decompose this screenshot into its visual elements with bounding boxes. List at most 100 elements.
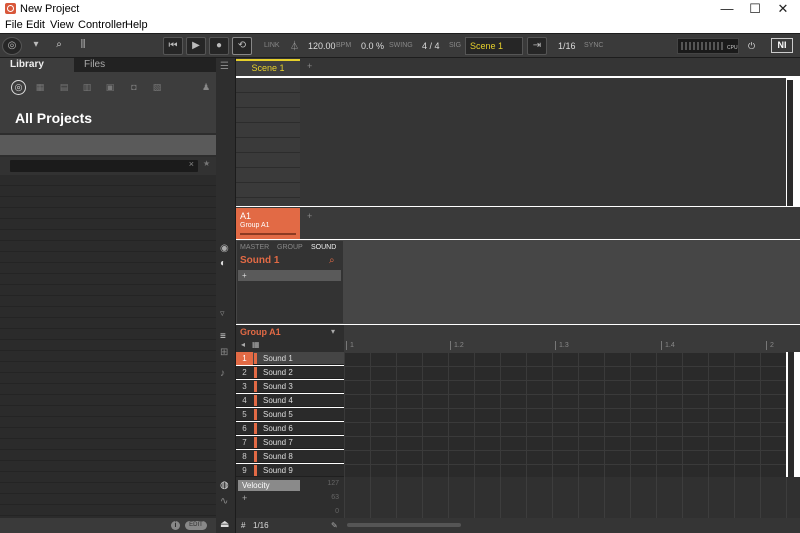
mixer-icon[interactable]: ⫼ [73, 37, 93, 55]
play-button[interactable]: ▶ [186, 37, 206, 55]
tab-sound[interactable]: SOUND [311, 244, 336, 251]
project-filter-icon[interactable]: ◎ [11, 80, 26, 95]
menu-file[interactable]: File [5, 19, 23, 31]
plugin-icon[interactable]: ◐ [220, 258, 226, 269]
minimize-button[interactable]: — [712, 0, 742, 18]
velocity-select[interactable]: Velocity [238, 480, 300, 491]
restart-button[interactable]: ⏮ [163, 37, 183, 55]
swing-value[interactable]: 0.0 % [361, 38, 384, 54]
scene-slots[interactable] [236, 78, 300, 206]
menu-edit[interactable]: Edit [26, 19, 45, 31]
maximize-button[interactable]: ☐ [740, 0, 770, 18]
arranger-toggle-icon[interactable]: ☰ [220, 61, 229, 72]
tag-filter-bar[interactable] [0, 135, 216, 155]
tab-spacer [146, 58, 216, 72]
quantize-value[interactable]: 1/16 [558, 38, 576, 54]
cpu-label: CPU [727, 45, 738, 51]
scene-display[interactable]: Scene 1 [465, 37, 523, 55]
group-dropdown-icon[interactable]: ▾ [331, 327, 335, 336]
effect-filter-icon[interactable]: ▣ [104, 81, 116, 93]
chevron-down-icon[interactable]: ▾ [26, 37, 46, 55]
sound-row-7[interactable]: 7 Sound 7 [236, 436, 344, 449]
page-title: All Projects [15, 110, 93, 126]
timeline-ruler[interactable] [344, 325, 800, 352]
browser-search-icon[interactable]: ⌕ [50, 37, 68, 55]
horizontal-scrollbar[interactable] [347, 523, 461, 527]
sound-search-icon[interactable]: ⌕ [329, 255, 335, 266]
record-button[interactable]: ● [209, 37, 229, 55]
tab-group[interactable]: GROUP [277, 244, 303, 251]
clear-search-icon[interactable]: × [189, 159, 194, 169]
pattern-scrollbar[interactable] [788, 352, 794, 477]
sound-row-8[interactable]: 8 Sound 8 [236, 450, 344, 463]
tab-library[interactable]: Library [0, 58, 74, 72]
menu-help[interactable]: Help [125, 19, 148, 31]
sound-row-4[interactable]: 4 Sound 4 [236, 394, 344, 407]
velocity-lane[interactable] [344, 477, 800, 518]
metronome-icon[interactable]: ⏃ [290, 38, 299, 54]
ruler-mark: 2 [766, 341, 774, 350]
user-icon[interactable]: ♟ [200, 81, 212, 93]
channel-icon[interactable]: ◉ [220, 243, 229, 254]
group-slot-a1[interactable]: A1 Group A1 [236, 208, 300, 239]
results-list[interactable] [0, 175, 216, 518]
group-bar [236, 207, 800, 239]
speaker-icon[interactable]: ◂ [241, 340, 245, 349]
link-label[interactable]: LINK [264, 38, 280, 54]
arranger-timeline[interactable] [300, 78, 786, 206]
add-lane-button[interactable]: + [242, 493, 247, 503]
loop-filter-icon[interactable]: ◘ [128, 81, 140, 93]
loop-button[interactable]: ⟲ [232, 37, 252, 55]
window-title: New Project [20, 3, 80, 15]
add-scene-button[interactable]: + [307, 61, 312, 71]
sound-row-9[interactable]: 9 Sound 9 [236, 464, 344, 477]
group-title: Group A1 [240, 327, 281, 337]
tab-master[interactable]: MASTER [240, 244, 269, 251]
sample-filter-icon[interactable]: ▧ [151, 81, 163, 93]
step-icon[interactable]: ♪ [220, 368, 225, 379]
browser-footer: i EDIT [0, 518, 216, 533]
sound-row-3[interactable]: 3 Sound 3 [236, 380, 344, 393]
pattern-grid[interactable] [344, 352, 786, 477]
maschine-logo-icon[interactable]: ◎ [2, 37, 22, 55]
collapse-icon[interactable]: ▿ [220, 308, 225, 319]
grid-icon[interactable]: ▦ [252, 340, 260, 349]
tab-files[interactable]: Files [74, 58, 146, 72]
edit-button[interactable]: EDIT [185, 521, 207, 530]
close-button[interactable]: ✕ [768, 0, 798, 18]
pattern-icon[interactable]: ≡ [220, 331, 226, 342]
sound-filter-icon[interactable]: ▤ [58, 81, 70, 93]
cpu-meter: CPU [677, 38, 739, 54]
sound-row-1[interactable]: 1 Sound 1 [236, 352, 344, 365]
info-icon[interactable]: i [171, 521, 180, 530]
sync-label: SYNC [584, 42, 604, 49]
velocity-min: 0 [335, 508, 339, 515]
instrument-filter-icon[interactable]: ▥ [81, 81, 93, 93]
sound-row-2[interactable]: 2 Sound 2 [236, 366, 344, 379]
follow-icon[interactable]: ⇥ [527, 37, 547, 55]
pencil-icon[interactable]: ✎ [331, 521, 338, 530]
eject-icon[interactable]: ⏏ [220, 519, 229, 530]
group-code: A1 [240, 211, 252, 221]
sound-row-6[interactable]: 6 Sound 6 [236, 422, 344, 435]
menu-controller[interactable]: Controller [78, 19, 126, 31]
group-filter-icon[interactable]: ▦ [34, 81, 46, 93]
search-input[interactable]: × [10, 159, 198, 172]
velocity-mid: 63 [331, 494, 339, 501]
add-plugin-slot[interactable]: + [238, 270, 341, 281]
signature-value[interactable]: 4 / 4 [422, 38, 440, 54]
grid-resolution[interactable]: 1/16 [253, 521, 269, 530]
sound-row-5[interactable]: 5 Sound 5 [236, 408, 344, 421]
add-group-button[interactable]: + [307, 211, 312, 221]
power-icon[interactable]: ⏻ [748, 38, 755, 54]
keyboard-icon[interactable]: ⊞ [220, 347, 228, 358]
menu-bar: File Edit View Controller Help [0, 18, 800, 33]
arranger-scrollbar[interactable] [787, 80, 793, 206]
grid-hash-icon[interactable]: # [241, 521, 245, 530]
favorites-star-icon[interactable]: ★ [203, 159, 210, 168]
menu-view[interactable]: View [50, 19, 74, 31]
tempo-value[interactable]: 120.00 [308, 38, 336, 54]
scene-tab[interactable]: Scene 1 [236, 59, 300, 76]
velocity-icon[interactable]: ◍ [220, 480, 229, 491]
modulation-icon[interactable]: ∿ [220, 496, 228, 507]
